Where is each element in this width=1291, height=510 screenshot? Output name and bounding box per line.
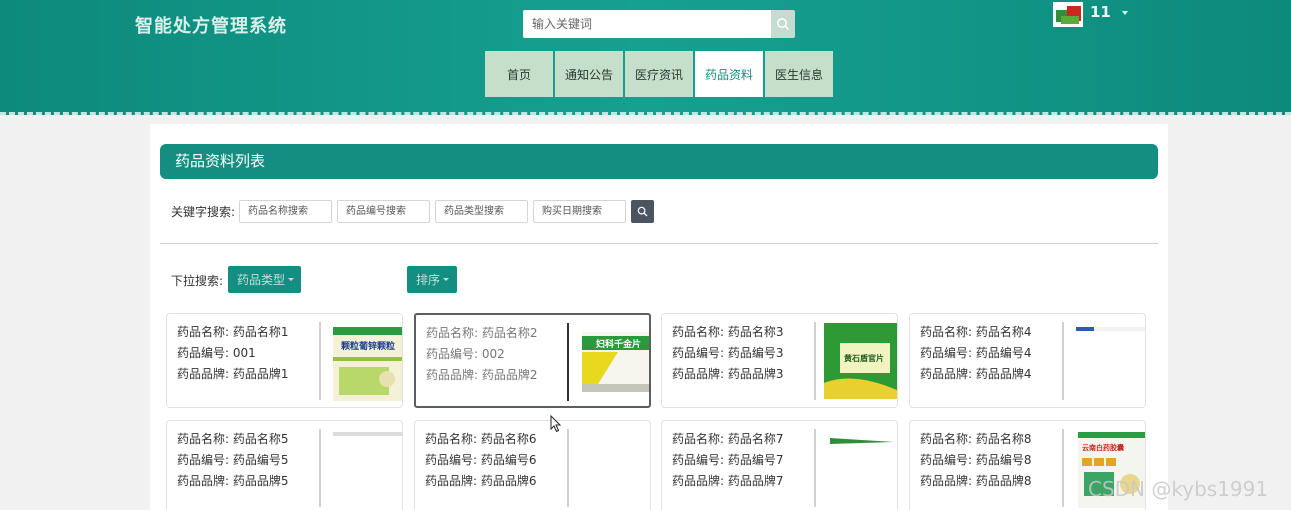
drug-card-selected[interactable]: 药品名称: 药品名称2 药品编号: 002 药品品牌: 药品品牌2 妇科千金片 [414,313,651,408]
site-logo-title[interactable]: 智能处方管理系统 [135,12,287,38]
drug-image-text: 黄石盾官片 [844,353,884,363]
chevron-down-icon [443,278,450,281]
main-nav: 首页 通知公告 医疗资讯 药品资料 医生信息 [485,51,835,97]
nav-item-notices[interactable]: 通知公告 [555,51,623,97]
drug-type-dropdown[interactable]: 药品类型 [228,266,301,293]
drug-code: 药品编号: 002 [426,347,505,361]
user-avatar[interactable] [1053,2,1083,27]
search-bar [523,10,795,38]
drug-image-text: 颗粒葡锌颗粒 [341,340,395,352]
drug-image-text: 云南白药胶囊 [1082,443,1125,452]
page-title: 药品资料列表 [160,144,1158,179]
drug-name: 药品名称: 药品名称5 [177,432,289,446]
drug-image: 妇科千金片 [578,322,649,402]
filter-search-button[interactable] [631,200,654,223]
drug-type-dropdown-label: 药品类型 [237,273,286,287]
nav-item-doctor-info[interactable]: 医生信息 [765,51,833,97]
drug-code: 药品编号: 药品编号7 [672,453,784,467]
drug-name: 药品名称: 药品名称8 [920,432,1032,446]
chevron-down-icon [288,278,295,281]
search-icon [637,206,648,217]
drug-brand: 药品品牌: 药品品牌3 [672,367,784,381]
mouse-cursor-icon [550,415,562,433]
search-button[interactable] [771,10,795,38]
drug-brand: 药品品牌: 药品品牌8 [920,474,1032,488]
drug-code: 药品编号: 药品编号5 [177,453,289,467]
drug-brand: 药品品牌: 药品品牌2 [426,368,538,382]
drug-brand: 药品品牌: 药品品牌4 [920,367,1032,381]
keyword-search-label: 关键字搜索: [171,205,236,219]
user-menu-caret-icon[interactable] [1122,11,1128,15]
drug-image [1072,321,1145,401]
drug-card[interactable]: 药品名称: 药品名称5 药品编号: 药品编号5 药品品牌: 药品品牌5 [166,420,403,510]
drug-card[interactable]: 药品名称: 药品名称6 药品编号: 药品编号6 药品品牌: 药品品牌6 [414,420,651,510]
drug-image: 颗粒葡锌颗粒 [329,321,402,401]
drug-name: 药品名称: 药品名称4 [920,325,1032,339]
drug-code: 药品编号: 药品编号8 [920,453,1032,467]
dropdown-search-label: 下拉搜索: [171,274,224,288]
drug-card[interactable]: 药品名称: 药品名称1 药品编号: 001 药品品牌: 药品品牌1 颗粒葡锌颗粒 [166,313,403,408]
filter-divider [160,243,1158,244]
drug-name: 药品名称: 药品名称1 [177,325,289,339]
search-input[interactable] [523,10,771,38]
drug-card[interactable]: 药品名称: 药品名称7 药品编号: 药品编号7 药品品牌: 药品品牌7 [661,420,898,510]
drug-name: 药品名称: 药品名称3 [672,325,784,339]
nav-item-home[interactable]: 首页 [485,51,553,97]
drug-image [824,428,897,508]
drug-name-search-input[interactable] [239,200,332,223]
drug-code: 药品编号: 药品编号3 [672,346,784,360]
drug-name: 药品名称: 药品名称6 [425,432,537,446]
drug-name: 药品名称: 药品名称2 [426,326,538,340]
drug-image: 黄石盾官片 [824,321,897,401]
sort-dropdown[interactable]: 排序 [407,266,457,293]
sort-dropdown-label: 排序 [416,273,441,287]
drug-image [329,428,402,508]
username-label[interactable]: 11 [1090,3,1111,21]
drug-code: 药品编号: 药品编号4 [920,346,1032,360]
nav-item-drug-info[interactable]: 药品资料 [695,51,763,97]
drug-brand: 药品品牌: 药品品牌7 [672,474,784,488]
top-header: 智能处方管理系统 11 首页 通知公告 医疗资讯 药品资料 医生信息 [0,0,1291,115]
drug-brand: 药品品牌: 药品品牌6 [425,474,537,488]
drug-code: 药品编号: 药品编号6 [425,453,537,467]
search-icon [777,18,790,31]
drug-card[interactable]: 药品名称: 药品名称3 药品编号: 药品编号3 药品品牌: 药品品牌3 黄石盾官… [661,313,898,408]
drug-brand: 药品品牌: 药品品牌1 [177,367,289,381]
drug-type-search-input[interactable] [435,200,528,223]
drug-code-search-input[interactable] [337,200,430,223]
drug-name: 药品名称: 药品名称7 [672,432,784,446]
watermark: CSDN @kybs1991 [1088,477,1269,501]
drug-image-text: 妇科千金片 [595,338,641,350]
drug-code: 药品编号: 001 [177,346,256,360]
drug-card[interactable]: 药品名称: 药品名称4 药品编号: 药品编号4 药品品牌: 药品品牌4 [909,313,1146,408]
drug-brand: 药品品牌: 药品品牌5 [177,474,289,488]
purchase-date-search-input[interactable] [533,200,626,223]
nav-item-medical-news[interactable]: 医疗资讯 [625,51,693,97]
